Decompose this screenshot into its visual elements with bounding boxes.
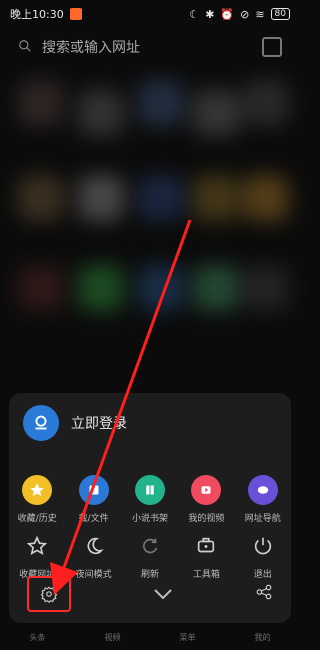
search-placeholder: 搜索或输入网址	[42, 40, 140, 56]
menu-label: 小说书架	[131, 514, 168, 524]
menu-label: 我的视频	[188, 514, 225, 524]
moon-status-icon: ☾	[189, 7, 200, 21]
status-time: 晚上10:30	[10, 8, 64, 21]
bluetooth-icon: ✱	[205, 7, 215, 21]
menu-item-favorites-history[interactable]: 收藏/历史	[9, 475, 65, 524]
video-icon	[191, 475, 222, 505]
menu-item-novel-shelf[interactable]: 小说书架	[122, 475, 178, 524]
tab-mine[interactable]: 我的	[255, 632, 271, 643]
moon-icon	[79, 531, 109, 561]
menu-sheet: 立即登录 收藏/历史 载/文件 小说书架 我的视频 网址导航 收藏网址 夜间模式…	[9, 393, 291, 623]
book-icon	[134, 475, 165, 505]
share-icon	[256, 584, 272, 600]
menu-label: 网址导航	[244, 514, 281, 524]
status-left: 晚上10:30	[10, 6, 82, 22]
user-icon	[23, 405, 59, 441]
tab-menu[interactable]: 菜单	[180, 632, 196, 643]
search-icon	[18, 38, 32, 57]
blurred-background-content	[18, 80, 289, 380]
power-icon	[248, 531, 278, 561]
search-bar[interactable]: 搜索或输入网址	[8, 30, 292, 64]
gear-icon	[40, 586, 58, 603]
toolbox-icon	[191, 531, 221, 561]
tab-videos[interactable]: 视频	[105, 632, 121, 643]
settings-button[interactable]	[27, 576, 71, 612]
menu-item-download-files[interactable]: 载/文件	[66, 475, 122, 524]
menu-row-primary: 收藏/历史 载/文件 小说书架 我的视频 网址导航	[9, 475, 291, 524]
notification-badge-icon	[69, 8, 82, 20]
chevron-down-icon	[154, 588, 172, 599]
alarm-icon: ⏰	[220, 7, 235, 21]
battery-indicator: 80	[270, 8, 290, 20]
scan-icon[interactable]	[262, 37, 282, 57]
status-bar: 晚上10:30 ☾ ✱ ⏰ ⊘ ≋ 80	[0, 0, 300, 28]
wifi-icon: ≋	[255, 7, 265, 21]
menu-bottom-actions	[9, 573, 291, 615]
tab-headlines[interactable]: 头条	[30, 632, 46, 643]
bottom-tabbar: 头条 视频 菜单 我的	[0, 625, 300, 650]
navigation-icon	[247, 475, 278, 505]
share-button[interactable]	[255, 583, 273, 605]
star-add-icon	[22, 531, 52, 561]
menu-item-navigation[interactable]: 网址导航	[235, 475, 291, 524]
download-icon	[78, 475, 109, 505]
login-row[interactable]: 立即登录	[23, 405, 127, 441]
refresh-icon	[135, 531, 165, 561]
menu-label: 载/文件	[78, 514, 109, 524]
menu-label: 收藏/历史	[17, 514, 57, 524]
menu-item-my-videos[interactable]: 我的视频	[178, 475, 234, 524]
collapse-button[interactable]	[153, 585, 173, 604]
star-icon	[22, 475, 53, 505]
mute-icon: ⊘	[240, 7, 250, 21]
status-right: ☾ ✱ ⏰ ⊘ ≋ 80	[189, 8, 290, 21]
login-label: 立即登录	[71, 416, 127, 432]
